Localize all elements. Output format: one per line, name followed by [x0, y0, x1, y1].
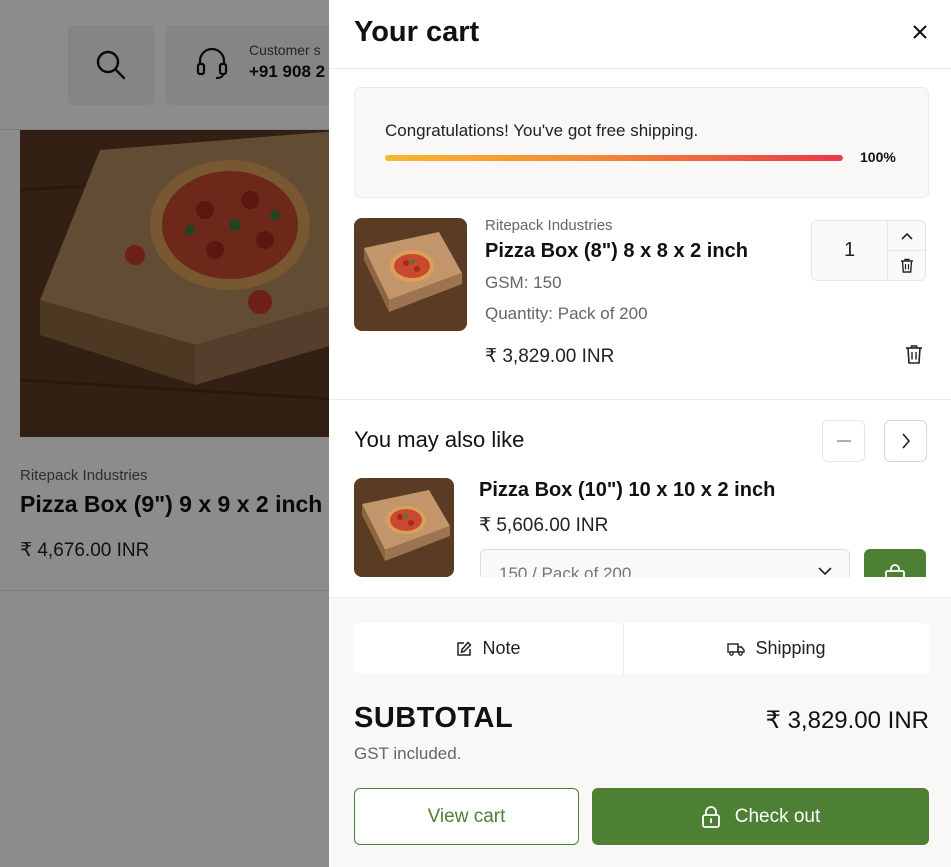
close-button[interactable]	[907, 19, 933, 45]
tax-note: GST included.	[354, 744, 462, 763]
cart-item-quantity-option: Quantity: Pack of 200	[485, 304, 648, 323]
cart-item-gsm: GSM: 150	[485, 273, 562, 292]
cart-item-title[interactable]: Pizza Box (8") 8 x 8 x 2 inch	[485, 240, 748, 263]
cart-footer: Note Shipping SUBTOTAL ₹ 3,829.00 INR GS…	[329, 597, 951, 867]
minus-icon	[836, 440, 851, 442]
quantity-decrease-button[interactable]	[888, 251, 925, 280]
recommendation-card: Pizza Box (10") 10 x 10 x 2 inch ₹ 5,606…	[329, 470, 951, 577]
close-icon	[913, 25, 927, 39]
edit-note-icon	[457, 640, 473, 656]
trash-icon	[900, 258, 913, 273]
checkout-label: Check out	[734, 805, 821, 827]
free-shipping-message: Congratulations! You've got free shippin…	[385, 121, 699, 140]
view-cart-button[interactable]: View cart	[354, 788, 579, 845]
quantity-stepper: 1	[811, 220, 926, 281]
truck-icon	[727, 642, 746, 656]
cart-footer-tabs: Note Shipping	[354, 623, 929, 674]
shipping-label: Shipping	[755, 638, 826, 658]
subtotal-label: SUBTOTAL	[354, 702, 514, 734]
free-shipping-progress-fill	[385, 155, 843, 161]
quantity-input[interactable]: 1	[812, 221, 887, 280]
free-shipping-progress-bar	[385, 155, 843, 161]
note-button[interactable]: Note	[354, 623, 623, 674]
view-cart-label: View cart	[427, 805, 506, 827]
add-to-cart-button[interactable]	[864, 549, 926, 577]
pizza-box-thumbnail	[354, 478, 454, 577]
recommendations-title: You may also like	[354, 427, 525, 452]
recommendation-title[interactable]: Pizza Box (10") 10 x 10 x 2 inch	[479, 479, 775, 502]
recommendation-price: ₹ 5,606.00 INR	[479, 515, 609, 536]
trash-icon	[906, 345, 922, 364]
recommendations-next-button[interactable]	[884, 420, 927, 462]
variant-select[interactable]: 150 / Pack of 200	[480, 549, 850, 577]
chevron-up-icon	[900, 232, 913, 240]
divider	[329, 399, 951, 400]
cart-item-image[interactable]	[354, 218, 467, 331]
free-shipping-percent: 100%	[860, 149, 896, 165]
cart-header: Your cart	[329, 0, 951, 69]
shopping-bag-icon	[885, 564, 905, 577]
quantity-increase-button[interactable]	[888, 221, 925, 250]
shipping-estimate-button[interactable]: Shipping	[624, 623, 929, 674]
variant-select-value: 150 / Pack of 200	[499, 564, 632, 577]
recommendation-image[interactable]	[354, 478, 454, 577]
cart-title: Your cart	[354, 16, 480, 48]
recommendations-prev-button[interactable]	[822, 420, 865, 462]
remove-item-button[interactable]	[902, 341, 926, 367]
free-shipping-banner: Congratulations! You've got free shippin…	[354, 87, 929, 198]
note-label: Note	[482, 638, 521, 658]
chevron-down-icon	[818, 567, 832, 576]
chevron-right-icon	[901, 433, 910, 449]
subtotal-value: ₹ 3,829.00 INR	[765, 707, 929, 734]
cart-drawer: Your cart Congratulations! You've got fr…	[329, 0, 951, 867]
cart-item-price: ₹ 3,829.00 INR	[485, 346, 615, 367]
checkout-button[interactable]: Check out	[592, 788, 929, 845]
cart-item-vendor: Ritepack Industries	[485, 217, 613, 234]
lock-icon	[701, 805, 720, 828]
pizza-box-thumbnail	[354, 218, 467, 331]
